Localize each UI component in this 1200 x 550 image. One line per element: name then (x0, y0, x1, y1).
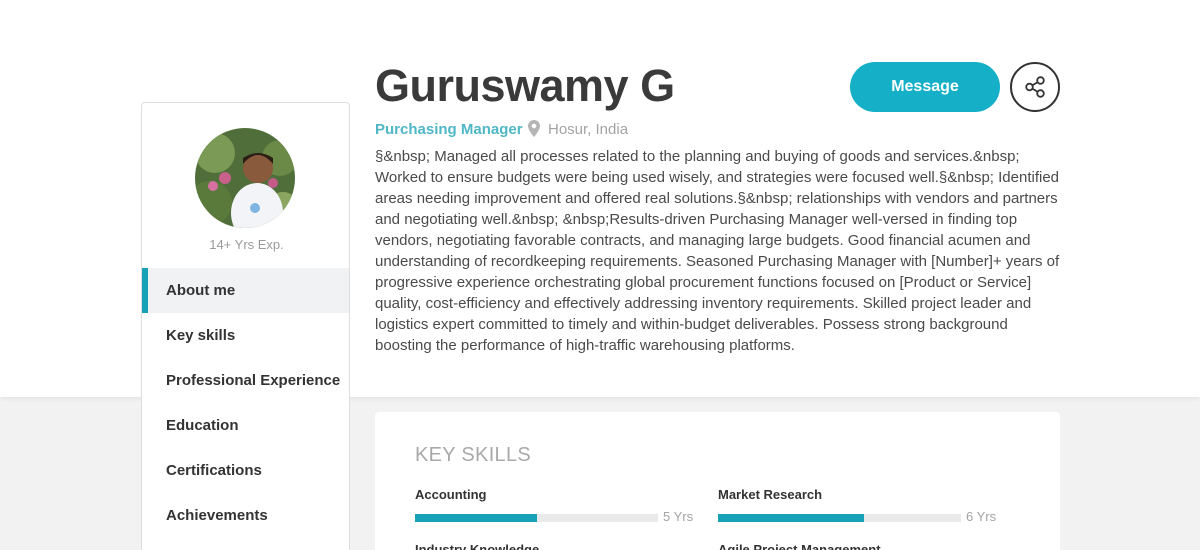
skill-name: Agile Project Management (718, 542, 881, 550)
skill-bar (415, 514, 658, 522)
sidebar-item-label: Key skills (166, 327, 236, 344)
skill-years: 5 Yrs (663, 509, 694, 524)
sidebar-item-label: Achievements (166, 507, 268, 524)
skill-bar-fill (718, 514, 864, 522)
skill-years: 6 Yrs (966, 509, 997, 524)
profile-location: Hosur, India (548, 121, 629, 138)
skill-name: Industry Knowledge (415, 542, 540, 550)
key-skills-card: KEY SKILLS Accounting 5 Yrs Market Resea… (375, 412, 1060, 550)
sidebar-item-label: Certifications (166, 462, 262, 479)
location-pin-icon (528, 120, 540, 137)
experience-years: 14+ Yrs Exp. (209, 237, 284, 252)
skill-name: Market Research (718, 487, 823, 502)
sidebar-item-label: Professional Experience (166, 372, 341, 389)
skill-name: Accounting (415, 487, 487, 502)
skill-bar (718, 514, 961, 522)
about-me-text: §&nbsp; Managed all processes related to… (375, 148, 1060, 354)
skill-item: Accounting 5 Yrs (415, 487, 705, 524)
sidebar-item-key-skills[interactable]: Key skills (142, 313, 349, 358)
sidebar-item-certifications[interactable]: Certifications (142, 448, 349, 493)
sidebar-item-about-me[interactable]: About me (142, 268, 349, 313)
skill-item: Agile Project Management (718, 542, 1008, 550)
sidebar-nav: About me Key skills Professional Experie… (142, 268, 349, 538)
profile-sidebar: 14+ Yrs Exp. About me Key skills Profess… (141, 102, 350, 550)
key-skills-title: KEY SKILLS (415, 444, 532, 466)
sidebar-item-label: About me (166, 282, 236, 299)
message-button[interactable]: Message (850, 62, 1000, 112)
sidebar-item-education[interactable]: Education (142, 403, 349, 448)
sidebar-item-achievements[interactable]: Achievements (142, 493, 349, 538)
share-icon (1025, 76, 1045, 98)
profile-name: Guruswamy G (375, 60, 675, 111)
skill-bar-fill (415, 514, 537, 522)
share-button[interactable] (1010, 62, 1060, 112)
avatar (195, 128, 295, 228)
skill-item: Market Research 6 Yrs (718, 487, 1008, 524)
sidebar-item-label: Education (166, 417, 239, 434)
profile-role: Purchasing Manager (375, 121, 523, 138)
skill-item: Industry Knowledge (415, 542, 705, 550)
sidebar-item-professional-experience[interactable]: Professional Experience (142, 358, 349, 403)
